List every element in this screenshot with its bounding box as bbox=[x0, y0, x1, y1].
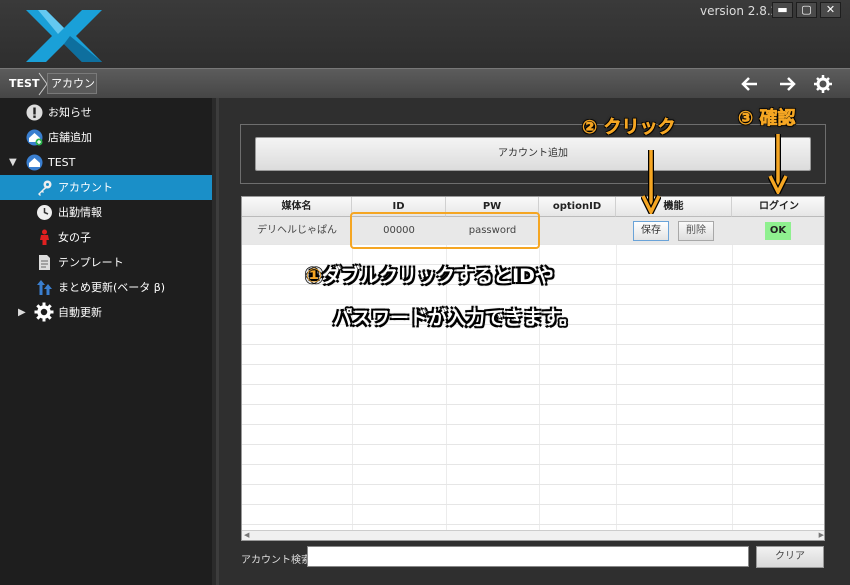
col-header-function[interactable]: 機能 bbox=[616, 197, 732, 217]
sidebar-item-account[interactable]: アカウント bbox=[0, 175, 212, 200]
login-status-badge[interactable]: OK bbox=[765, 222, 791, 240]
sidebar-item-label: TEST bbox=[48, 156, 76, 169]
clear-button[interactable]: クリア bbox=[756, 546, 824, 568]
step1-annotation-line1: ①ダブルクリックするとIDや bbox=[306, 261, 554, 288]
home-icon bbox=[26, 154, 43, 171]
empty-row bbox=[242, 505, 824, 525]
scroll-right-icon[interactable]: ▶ bbox=[819, 531, 824, 540]
col-header-option-id[interactable]: optionID bbox=[539, 197, 616, 217]
sidebar-item-auto-update[interactable]: ▶ 自動更新 bbox=[0, 300, 212, 325]
clock-icon bbox=[37, 205, 52, 220]
minimize-button[interactable]: ▬ bbox=[772, 2, 793, 18]
settings-gear-icon[interactable] bbox=[810, 73, 836, 95]
breadcrumb-current: アカウント bbox=[51, 77, 95, 119]
col-header-media[interactable]: 媒体名 bbox=[242, 197, 352, 217]
empty-row bbox=[242, 365, 824, 385]
sidebar-item-news[interactable]: お知らせ bbox=[0, 100, 212, 125]
empty-row bbox=[242, 485, 824, 505]
empty-row bbox=[242, 345, 824, 365]
back-arrow-icon[interactable] bbox=[737, 73, 763, 95]
sidebar-item-test[interactable]: ▼ TEST bbox=[0, 150, 212, 175]
app-version: version 2.8.2 bbox=[700, 4, 779, 18]
expand-triangle-icon[interactable]: ▼ bbox=[9, 150, 17, 175]
sidebar-item-template[interactable]: テンプレート bbox=[0, 250, 212, 275]
step1-annotation-line2: パスワードが入力できます。 bbox=[333, 307, 579, 329]
account-search-label: アカウント検索 bbox=[241, 555, 311, 566]
step1-text: ダブルクリックするとIDや bbox=[322, 265, 554, 287]
cell-option-id[interactable] bbox=[539, 217, 616, 245]
document-icon bbox=[39, 255, 50, 270]
breadcrumb-root[interactable]: TEST bbox=[9, 69, 39, 98]
empty-row bbox=[242, 285, 824, 305]
close-button[interactable]: ✕ bbox=[820, 2, 841, 18]
empty-row bbox=[242, 405, 824, 425]
account-search-input[interactable] bbox=[307, 546, 749, 567]
down-arrow-icon bbox=[641, 150, 661, 214]
gear-icon bbox=[34, 302, 54, 322]
cell-media[interactable]: デリヘルじゃぱん bbox=[242, 217, 352, 245]
sidebar-item-bulk-update[interactable]: まとめ更新(ベータ β) bbox=[0, 275, 212, 300]
collapse-triangle-icon[interactable]: ▶ bbox=[18, 300, 26, 325]
breadcrumb-current-box[interactable]: アカウント bbox=[47, 73, 97, 119]
title-bar: version 2.8.2 ▬ ▢ ✕ bbox=[0, 0, 850, 68]
sidebar-item-label: まとめ更新(ベータ β) bbox=[58, 281, 166, 294]
add-store-icon bbox=[26, 129, 43, 146]
forward-arrow-icon[interactable] bbox=[774, 73, 800, 95]
save-button[interactable]: 保存 bbox=[633, 221, 669, 241]
sidebar-item-label: 自動更新 bbox=[58, 306, 102, 319]
maximize-button[interactable]: ▢ bbox=[796, 2, 817, 18]
sidebar-item-label: 出勤情報 bbox=[58, 206, 102, 219]
sidebar-item-label: テンプレート bbox=[58, 256, 124, 269]
upload-icon bbox=[37, 280, 52, 295]
key-icon bbox=[38, 180, 52, 196]
empty-row bbox=[242, 445, 824, 465]
delete-button[interactable]: 削除 bbox=[678, 221, 714, 241]
sidebar-item-girls[interactable]: 女の子 bbox=[0, 225, 212, 250]
sidebar-item-label: アカウント bbox=[58, 181, 113, 194]
sidebar-item-label: お知らせ bbox=[48, 106, 92, 119]
app-logo-icon bbox=[26, 10, 102, 62]
empty-row bbox=[242, 465, 824, 485]
scroll-left-icon[interactable]: ◀ bbox=[244, 531, 249, 540]
step1-number: ① bbox=[306, 265, 323, 287]
step3-annotation: ③ 確認 bbox=[738, 108, 796, 130]
sidebar-item-label: 店舗追加 bbox=[48, 131, 92, 144]
sidebar-item-label: 女の子 bbox=[58, 231, 91, 244]
girl-icon bbox=[40, 229, 49, 245]
nav-bar: TEST アカウント bbox=[0, 68, 850, 119]
sidebar-item-add-store[interactable]: 店舗追加 bbox=[0, 125, 212, 150]
sidebar: お知らせ 店舗追加 ▼ TEST アカウント 出勤情報 女の子 テンプレート ま… bbox=[0, 98, 212, 585]
info-icon bbox=[26, 104, 43, 121]
step2-annotation: ② クリック bbox=[582, 117, 676, 139]
add-account-button[interactable]: アカウント追加 bbox=[255, 137, 811, 171]
horizontal-scrollbar[interactable]: ◀ ▶ bbox=[242, 530, 824, 540]
empty-row bbox=[242, 425, 824, 445]
empty-row bbox=[242, 385, 824, 405]
id-pw-highlight-box bbox=[350, 212, 540, 249]
sidebar-item-attendance[interactable]: 出勤情報 bbox=[0, 200, 212, 225]
col-header-login[interactable]: ログイン bbox=[732, 197, 824, 217]
down-arrow-icon bbox=[768, 134, 788, 194]
